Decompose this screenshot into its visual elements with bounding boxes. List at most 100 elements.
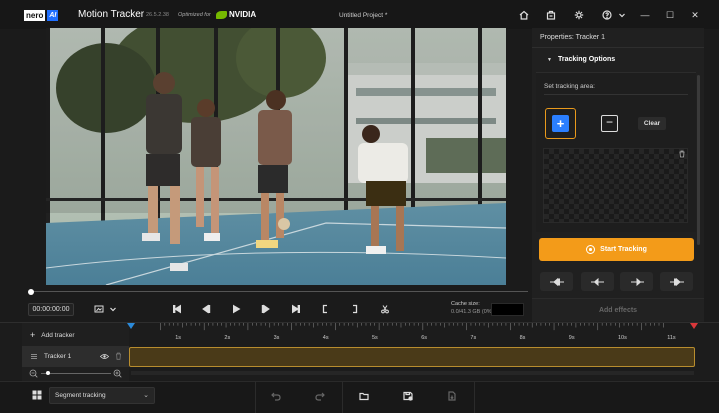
chevron-down-icon[interactable]	[615, 8, 629, 22]
close-button[interactable]: ✕	[688, 8, 702, 22]
ruler-tick-label: 11s	[667, 335, 676, 341]
add-area-button[interactable]: +	[545, 108, 576, 139]
set-tracking-area-label: Set tracking area:	[544, 83, 595, 90]
app-version: 26.5.2.38	[146, 12, 169, 18]
project-title: Untitled Project *	[339, 12, 388, 19]
properties-header: Properties: Tracker 1	[540, 34, 605, 41]
video-preview[interactable]	[46, 28, 506, 285]
track-backward-to-start-button[interactable]	[540, 272, 573, 291]
tracking-options-title[interactable]: Tracking Options	[558, 56, 615, 63]
tracking-mode-value: Segment tracking	[55, 392, 106, 399]
track-header-tracker-1[interactable]	[22, 346, 129, 367]
ruler-tick-label: 8s	[519, 335, 526, 341]
nvidia-label: NVIDIA	[229, 10, 257, 19]
section-divider	[544, 94, 688, 95]
previous-frame-icon[interactable]	[199, 302, 213, 316]
save-project-icon[interactable]	[401, 389, 415, 403]
export-icon[interactable]	[445, 389, 459, 403]
app-window: nero AI Motion Tracker 26.5.2.38 Optimiz…	[0, 0, 719, 420]
plus-icon: +	[30, 330, 36, 340]
timeline-scrollbar[interactable]	[131, 371, 694, 375]
nvidia-logo: NVIDIA	[216, 10, 256, 19]
maximize-button[interactable]: ☐	[663, 8, 677, 22]
range-end-marker[interactable]	[690, 323, 698, 329]
target-icon	[586, 245, 596, 254]
add-effects-button[interactable]: Add effects	[532, 298, 704, 321]
ruler-tick-label: 10s	[618, 335, 627, 341]
ruler-tick-label: 2s	[224, 335, 231, 341]
mark-out-icon[interactable]	[348, 302, 362, 316]
scrubber-handle[interactable]	[28, 289, 34, 295]
zoom-slider-track[interactable]	[41, 373, 111, 374]
nvidia-eye-icon	[216, 10, 227, 19]
toolbar-separator	[255, 381, 256, 413]
zoom-out-icon[interactable]	[29, 369, 38, 378]
add-tracker-label: Add tracker	[41, 331, 75, 339]
undo-icon[interactable]	[269, 389, 283, 403]
toolbar-separator	[474, 381, 475, 413]
ruler-tick-label: 5s	[372, 335, 378, 341]
track-backward-icon	[590, 277, 604, 286]
ruler-tick-label: 1s	[175, 335, 181, 341]
remove-area-button[interactable]: −	[594, 108, 625, 139]
zoom-in-icon[interactable]	[113, 369, 122, 378]
scissors-icon[interactable]	[378, 302, 392, 316]
track-name: Tracker 1	[44, 353, 72, 360]
help-icon[interactable]	[600, 8, 614, 22]
minus-cursor-icon: −	[601, 115, 618, 132]
track-forward-to-end-button[interactable]	[660, 272, 693, 291]
start-tracking-button[interactable]: Start Tracking	[539, 238, 694, 261]
timeline-ruler[interactable]	[129, 323, 695, 331]
tracking-area-preview	[543, 148, 688, 223]
minimize-button[interactable]: —	[638, 8, 652, 22]
optimized-for-label: Optimized for	[178, 12, 211, 18]
logo-ai-text: AI	[47, 10, 59, 21]
cache-size-value: 0.0/41.3 GB (0%)	[451, 309, 494, 315]
mark-in-icon[interactable]	[318, 302, 332, 316]
skip-to-end-icon[interactable]	[289, 302, 303, 316]
plus-icon: +	[552, 115, 569, 132]
chevron-down-icon: ⌄	[143, 392, 149, 399]
home-icon[interactable]	[517, 8, 531, 22]
gear-icon[interactable]	[572, 8, 586, 22]
skip-to-start-icon[interactable]	[170, 302, 184, 316]
eye-icon[interactable]	[100, 353, 109, 360]
scrubber-track	[31, 291, 528, 292]
menu-icon[interactable]	[30, 353, 38, 360]
snapshot-chevron-icon[interactable]	[106, 302, 120, 316]
add-tracker-button[interactable]: + Add tracker	[30, 330, 75, 340]
redo-icon[interactable]	[313, 389, 327, 403]
apps-grid-icon[interactable]	[32, 390, 42, 400]
ruler-tick-label: 3s	[273, 335, 280, 341]
timecode-display[interactable]: 00:00:00:00	[28, 303, 74, 316]
open-folder-icon[interactable]	[357, 389, 371, 403]
collapse-caret-icon[interactable]: ▼	[547, 57, 552, 63]
cache-meter	[491, 303, 524, 316]
app-logo: nero AI	[24, 10, 59, 21]
range-start-marker[interactable]	[127, 323, 135, 329]
logo-nero-text: nero	[24, 10, 46, 21]
snapshot-icon[interactable]	[92, 302, 106, 316]
ruler-tick-label: 9s	[568, 335, 575, 341]
panel-scrollbar[interactable]	[697, 75, 700, 245]
next-frame-icon[interactable]	[259, 302, 273, 316]
video-scrubber[interactable]	[28, 289, 528, 295]
ruler-tick-label: 6s	[421, 335, 427, 341]
tracker-1-clip[interactable]	[129, 347, 695, 367]
trash-icon[interactable]	[115, 352, 122, 360]
start-tracking-label: Start Tracking	[600, 246, 647, 253]
video-frame-image	[46, 28, 506, 285]
app-title: Motion Tracker	[78, 9, 145, 20]
track-backward-button[interactable]	[581, 272, 614, 291]
clear-button[interactable]: Clear	[638, 117, 666, 130]
ruler-tick-label: 4s	[322, 335, 329, 341]
store-icon[interactable]	[544, 8, 558, 22]
tracking-mode-select[interactable]: Segment tracking ⌄	[49, 387, 155, 404]
track-forward-button[interactable]	[620, 272, 653, 291]
play-icon[interactable]	[229, 302, 243, 316]
track-forward-icon	[630, 277, 644, 286]
zoom-slider-handle[interactable]	[46, 371, 50, 375]
trash-icon[interactable]	[678, 150, 686, 158]
track-backward-to-start-icon	[549, 277, 564, 286]
cache-size-label: Cache size:	[451, 301, 480, 307]
